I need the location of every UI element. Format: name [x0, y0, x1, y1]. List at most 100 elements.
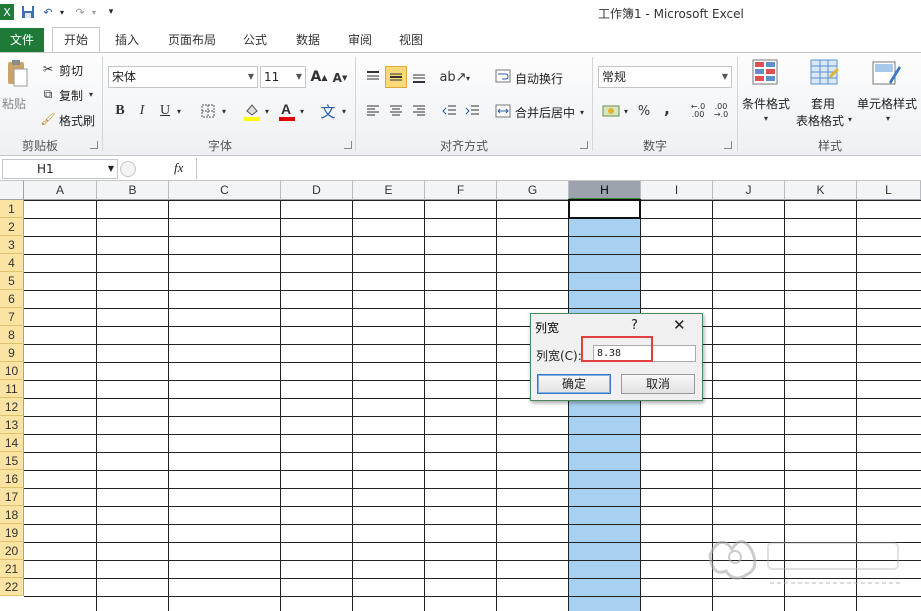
underline-dropdown-icon[interactable]: ▾ — [175, 104, 183, 118]
wrap-text-icon[interactable] — [494, 67, 512, 85]
bold-button[interactable]: B — [112, 102, 128, 120]
orientation-icon[interactable]: ab↗ — [439, 67, 466, 87]
row-header-19[interactable]: 19 — [0, 524, 24, 542]
currency-icon[interactable] — [601, 101, 621, 121]
format-as-table-button-line2[interactable]: 表格格式 — [796, 112, 844, 129]
row-header-10[interactable]: 10 — [0, 362, 24, 380]
column-header-c[interactable]: C — [169, 181, 281, 200]
row-header-14[interactable]: 14 — [0, 434, 24, 452]
ok-button[interactable]: 确定 — [537, 374, 611, 394]
conditional-formatting-icon[interactable] — [750, 57, 782, 89]
cell-styles-icon[interactable] — [870, 57, 902, 89]
column-header-f[interactable]: F — [425, 181, 497, 200]
align-bottom-icon[interactable] — [410, 67, 428, 87]
merge-dropdown-icon[interactable]: ▾ — [578, 105, 586, 119]
column-header-l[interactable]: L — [857, 181, 921, 200]
formula-input[interactable] — [196, 158, 921, 179]
row-header-15[interactable]: 15 — [0, 452, 24, 470]
chevron-down-icon[interactable]: ▼ — [248, 67, 254, 87]
close-icon[interactable]: ✕ — [673, 316, 686, 334]
tab-data[interactable]: 数据 — [287, 28, 329, 52]
chevron-down-icon[interactable]: ▼ — [108, 160, 114, 178]
row-header-12[interactable]: 12 — [0, 398, 24, 416]
copy-dropdown-icon[interactable]: ▾ — [87, 87, 95, 101]
row-header-5[interactable]: 5 — [0, 272, 24, 290]
row-header-7[interactable]: 7 — [0, 308, 24, 326]
copy-button[interactable]: 复制 — [59, 87, 83, 104]
format-as-table-button[interactable]: 套用 — [811, 95, 835, 112]
tab-formulas[interactable]: 公式 — [234, 28, 276, 52]
increase-indent-icon[interactable] — [464, 102, 482, 120]
chevron-down-icon[interactable]: ▼ — [296, 67, 302, 87]
column-header-a[interactable]: A — [24, 181, 97, 200]
alignment-launcher-icon[interactable] — [580, 141, 588, 149]
redo-dropdown-icon[interactable]: ▾ — [90, 4, 98, 20]
align-right-icon[interactable] — [410, 102, 428, 120]
font-name-combo[interactable]: 宋体 ▼ — [108, 66, 258, 88]
paste-button[interactable]: 粘贴 — [2, 95, 26, 112]
active-cell-h1[interactable] — [568, 199, 641, 219]
undo-dropdown-icon[interactable]: ▾ — [58, 4, 66, 20]
tab-page-layout[interactable]: 页面布局 — [160, 28, 224, 52]
phonetic-icon[interactable]: 文 — [318, 99, 338, 123]
format-painter-icon[interactable]: 🖌 — [40, 111, 56, 127]
font-color-icon[interactable]: A — [278, 100, 296, 122]
tab-review[interactable]: 审阅 — [339, 28, 381, 52]
row-header-16[interactable]: 16 — [0, 470, 24, 488]
row-header-11[interactable]: 11 — [0, 380, 24, 398]
borders-dropdown-icon[interactable]: ▾ — [220, 104, 228, 118]
column-header-i[interactable]: I — [641, 181, 713, 200]
column-header-b[interactable]: B — [97, 181, 169, 200]
number-launcher-icon[interactable] — [724, 141, 732, 149]
column-header-k[interactable]: K — [785, 181, 857, 200]
align-left-icon[interactable] — [364, 102, 382, 120]
customize-toolbar-icon[interactable]: ▾ — [106, 4, 116, 20]
fill-color-icon[interactable] — [243, 100, 261, 122]
help-icon[interactable]: ? — [631, 318, 638, 333]
number-format-combo[interactable]: 常规 ▼ — [598, 66, 732, 88]
redo-icon[interactable]: ↷ — [72, 4, 88, 20]
tab-view[interactable]: 视图 — [390, 28, 432, 52]
column-header-d[interactable]: D — [281, 181, 353, 200]
font-color-dropdown-icon[interactable]: ▾ — [298, 104, 306, 118]
align-middle-icon[interactable] — [385, 66, 407, 88]
paste-icon[interactable] — [4, 59, 30, 89]
conditional-formatting-button[interactable]: 条件格式 — [742, 95, 790, 112]
row-header-9[interactable]: 9 — [0, 344, 24, 362]
fill-color-dropdown-icon[interactable]: ▾ — [263, 104, 271, 118]
tab-home[interactable]: 开始 — [52, 27, 100, 53]
cell-styles-dropdown-icon[interactable]: ▾ — [884, 111, 892, 125]
row-header-3[interactable]: 3 — [0, 236, 24, 254]
format-table-dropdown-icon[interactable]: ▾ — [846, 112, 854, 126]
tab-file[interactable]: 文件 — [0, 28, 44, 52]
currency-dropdown-icon[interactable]: ▾ — [622, 104, 630, 118]
decrease-decimal-icon[interactable]: .00 →.0 — [711, 101, 731, 121]
row-header-18[interactable]: 18 — [0, 506, 24, 524]
row-header-4[interactable]: 4 — [0, 254, 24, 272]
column-header-g[interactable]: G — [497, 181, 569, 200]
copy-icon[interactable]: ⧉ — [40, 86, 56, 102]
cell-styles-button[interactable]: 单元格样式 — [857, 95, 917, 112]
comma-button[interactable]: , — [660, 100, 674, 118]
format-as-table-icon[interactable] — [808, 57, 840, 89]
cancel-button[interactable]: 取消 — [621, 374, 695, 394]
chevron-down-icon[interactable]: ▼ — [722, 67, 728, 87]
align-center-icon[interactable] — [387, 102, 405, 120]
italic-button[interactable]: I — [134, 102, 150, 120]
conditional-dropdown-icon[interactable]: ▾ — [762, 111, 770, 125]
row-header-1[interactable]: 1 — [0, 200, 24, 218]
increase-font-icon[interactable]: A ▲ — [310, 67, 328, 87]
row-header-17[interactable]: 17 — [0, 488, 24, 506]
row-header-21[interactable]: 21 — [0, 560, 24, 578]
excel-app-icon[interactable]: X — [0, 4, 14, 20]
insert-function-icon[interactable]: fx — [174, 160, 183, 176]
cut-button[interactable]: 剪切 — [59, 62, 83, 79]
underline-button[interactable]: U — [157, 102, 173, 120]
format-painter-button[interactable]: 格式刷 — [59, 112, 95, 129]
column-header-h[interactable]: H — [569, 181, 641, 200]
row-header-22[interactable]: 22 — [0, 578, 24, 596]
undo-icon[interactable]: ↶ — [40, 4, 56, 20]
merge-center-button[interactable]: 合并后居中 — [515, 104, 575, 121]
font-size-combo[interactable]: 11 ▼ — [260, 66, 306, 88]
borders-icon[interactable] — [200, 102, 216, 120]
